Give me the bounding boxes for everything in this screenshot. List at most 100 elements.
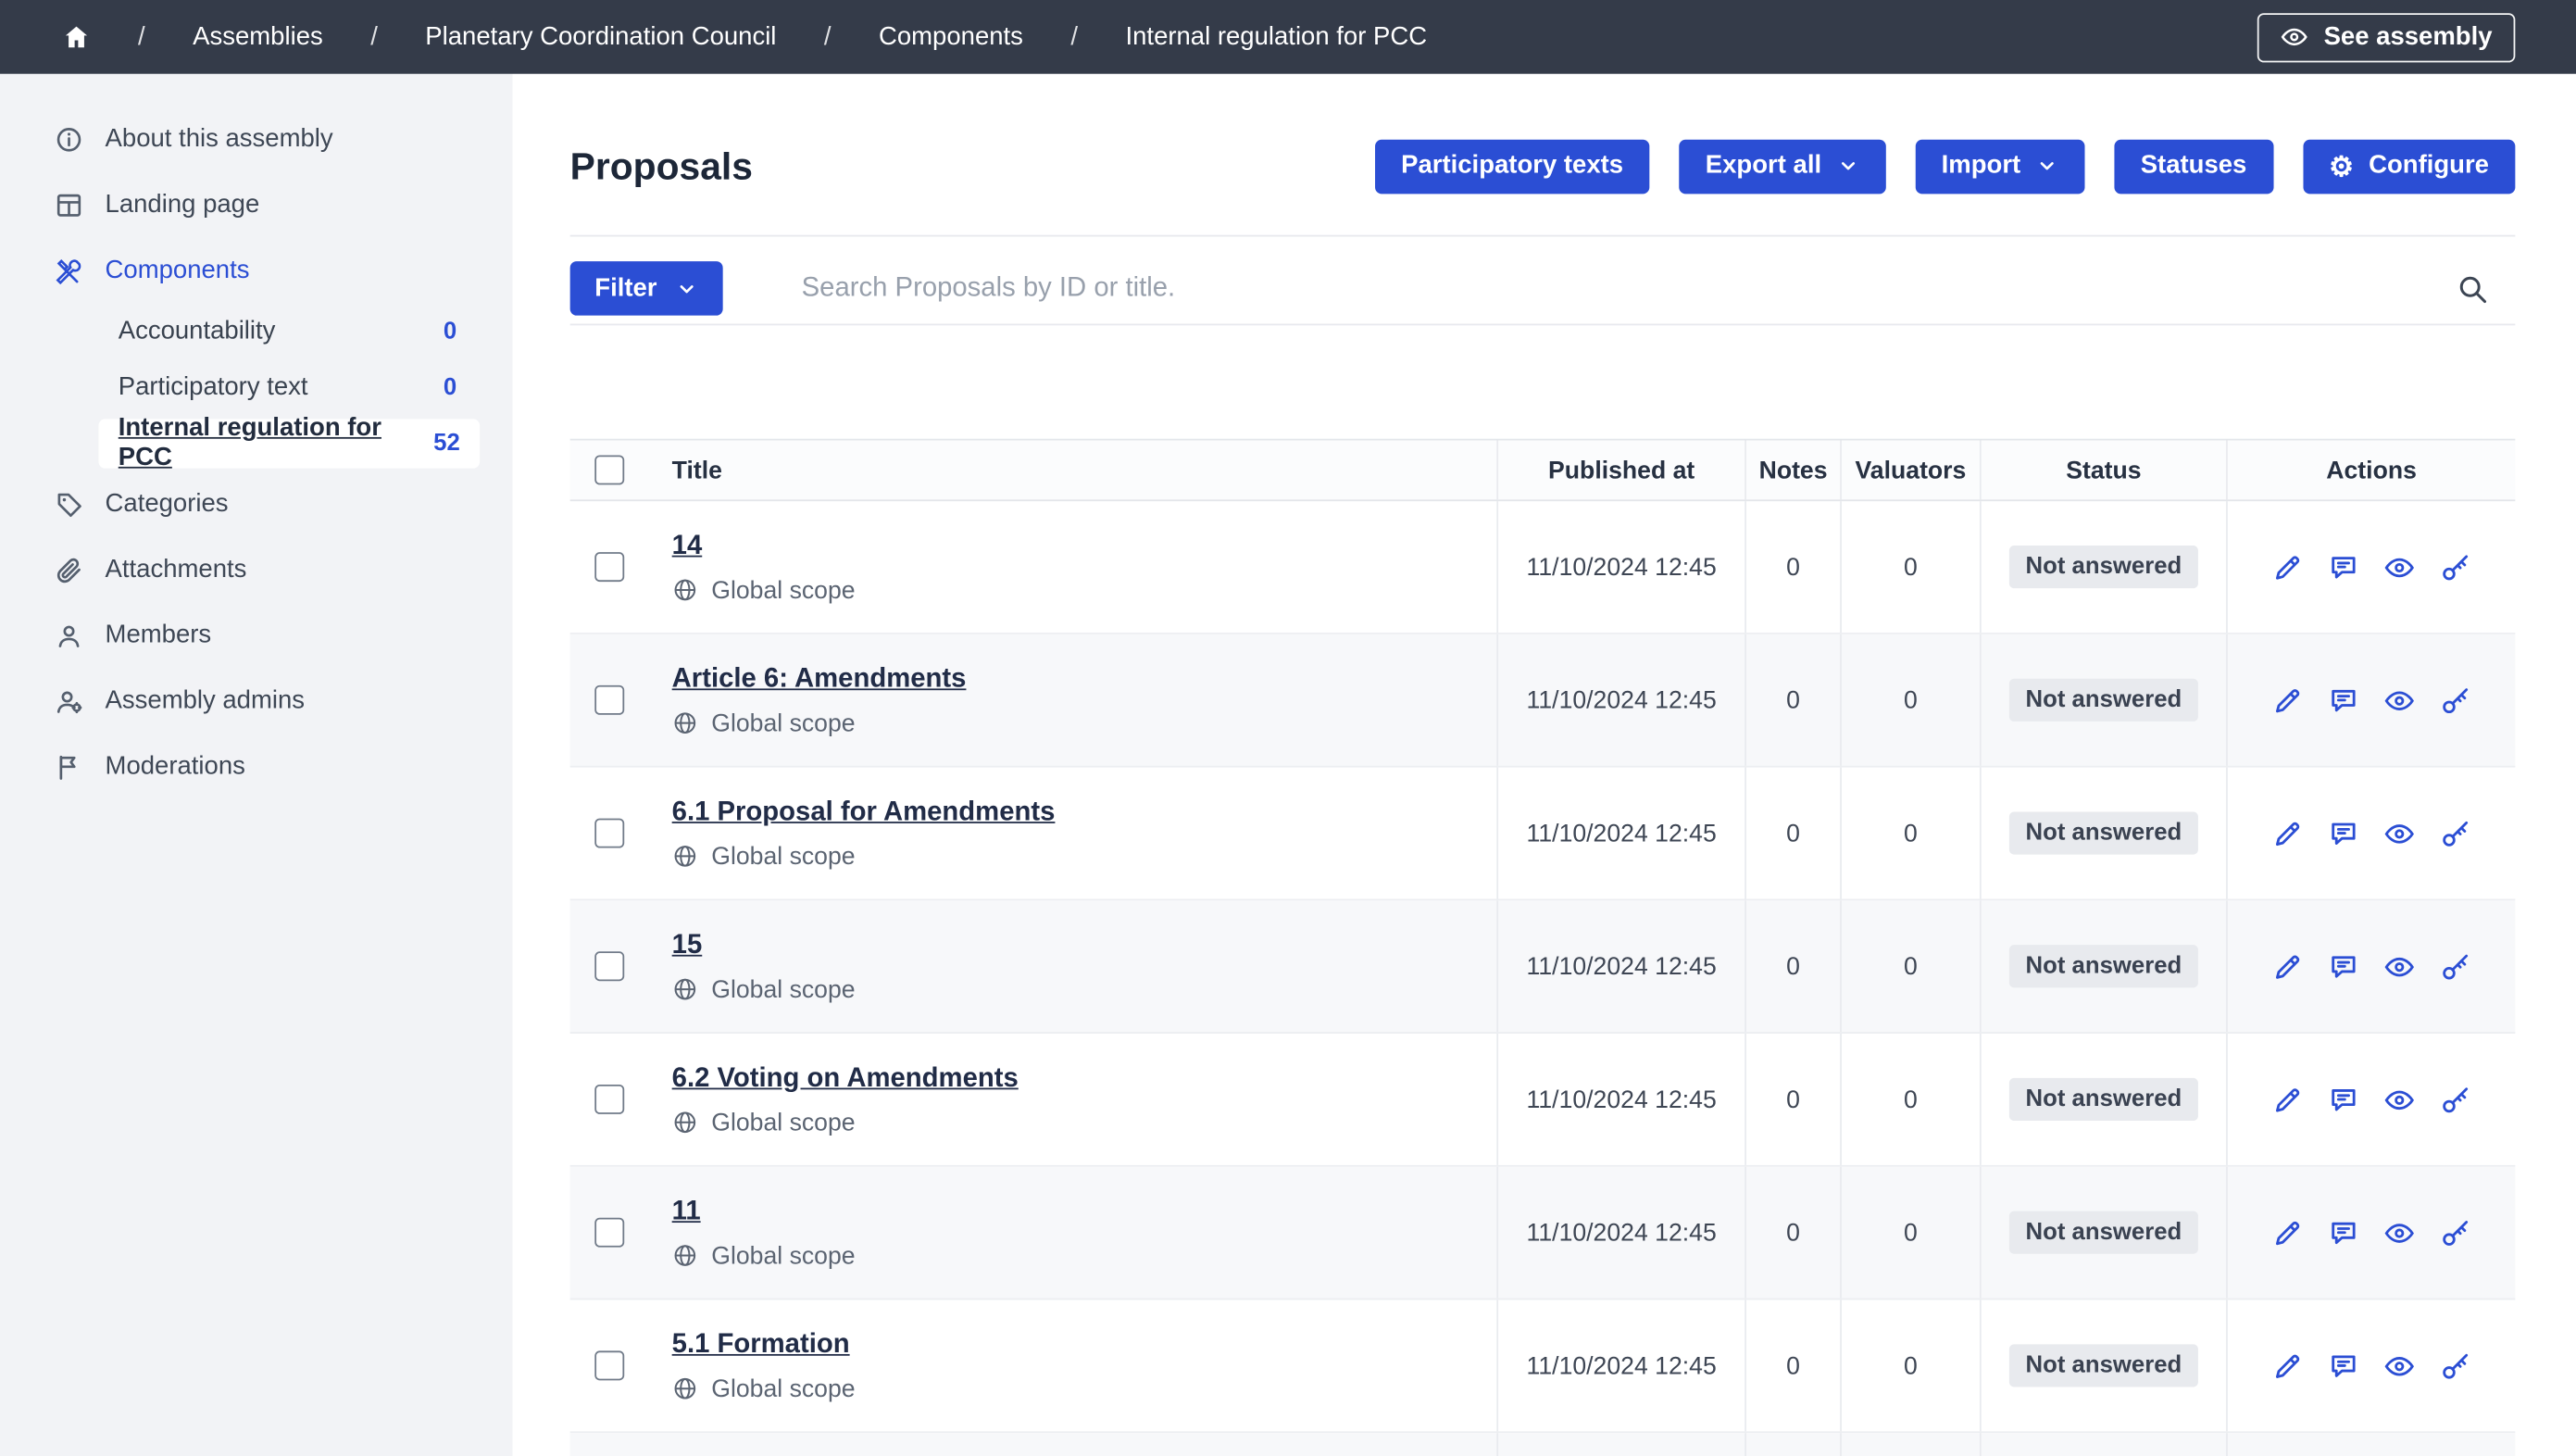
scope-label: Global scope — [711, 709, 855, 737]
breadcrumb: / Assemblies / Planetary Coordination Co… — [62, 22, 1427, 52]
sidebar-subitem-internal-regulation[interactable]: Internal regulation for PCC 52 — [98, 419, 480, 468]
row-checkbox[interactable] — [594, 685, 624, 715]
edit-icon[interactable] — [2272, 1084, 2304, 1115]
row-checkbox[interactable] — [594, 951, 624, 981]
edit-icon[interactable] — [2272, 818, 2304, 849]
actions-cell — [2226, 1299, 2515, 1431]
header-actions: Actions — [2226, 440, 2515, 499]
row-checkbox[interactable] — [594, 552, 624, 582]
import-button[interactable]: Import — [1915, 139, 2084, 194]
sidebar-item-about[interactable]: About this assembly — [0, 107, 513, 172]
answer-icon[interactable] — [2328, 1217, 2359, 1249]
sidebar-subitem-accountability[interactable]: Accountability 0 — [0, 304, 513, 359]
sidebar-item-landing-page[interactable]: Landing page — [0, 172, 513, 238]
globe-icon — [672, 1242, 698, 1268]
row-checkbox[interactable] — [594, 819, 624, 848]
search-input[interactable] — [798, 271, 2456, 306]
status-cell: Not answered — [1980, 1167, 2226, 1299]
permissions-icon[interactable] — [2440, 1350, 2471, 1382]
answer-icon[interactable] — [2328, 1350, 2359, 1382]
preview-icon[interactable] — [2383, 1217, 2415, 1249]
sidebar-subitem-participatory-text[interactable]: Participatory text 0 — [0, 360, 513, 416]
sidebar-item-assembly-admins[interactable]: Assembly admins — [0, 669, 513, 734]
table-row: 6.2 Voting on Amendments Global scope 11… — [570, 1034, 2516, 1167]
select-all-checkbox[interactable] — [594, 455, 624, 484]
statuses-button[interactable]: Statuses — [2114, 139, 2272, 194]
participatory-texts-button[interactable]: Participatory texts — [1375, 139, 1650, 194]
sidebar-item-components[interactable]: Components — [0, 238, 513, 304]
status-cell: Not answered — [1980, 1299, 2226, 1431]
breadcrumb-separator: / — [824, 22, 832, 52]
proposal-title-link[interactable]: 11 — [672, 1196, 701, 1227]
home-icon[interactable] — [62, 23, 90, 51]
preview-icon[interactable] — [2383, 1350, 2415, 1382]
answer-icon[interactable] — [2328, 551, 2359, 583]
sidebar: About this assembly Landing page Compone… — [0, 74, 513, 1456]
row-checkbox[interactable] — [594, 1085, 624, 1114]
preview-icon[interactable] — [2383, 950, 2415, 982]
preview-icon[interactable] — [2383, 1084, 2415, 1115]
proposal-title-link[interactable]: 14 — [672, 530, 703, 561]
breadcrumb-assembly-name[interactable]: Planetary Coordination Council — [425, 22, 776, 52]
see-assembly-label: See assembly — [2324, 22, 2493, 52]
scope-label: Global scope — [711, 576, 855, 604]
scope-label: Global scope — [711, 1109, 855, 1136]
sidebar-item-categories[interactable]: Categories — [0, 471, 513, 537]
answer-icon[interactable] — [2328, 950, 2359, 982]
sidebar-item-label: Landing page — [106, 191, 260, 220]
gear-icon: ⚙ — [2329, 152, 2354, 180]
filter-button[interactable]: Filter — [570, 261, 723, 316]
preview-icon[interactable] — [2383, 684, 2415, 716]
answer-icon[interactable] — [2328, 818, 2359, 849]
scope-label: Global scope — [711, 1241, 855, 1269]
preview-icon[interactable] — [2383, 818, 2415, 849]
permissions-icon[interactable] — [2440, 950, 2471, 982]
permissions-icon[interactable] — [2440, 818, 2471, 849]
globe-icon — [672, 843, 698, 869]
tag-icon — [55, 490, 84, 520]
row-checkbox[interactable] — [594, 1218, 624, 1248]
export-all-button[interactable]: Export all — [1679, 139, 1885, 194]
sidebar-item-moderations[interactable]: Moderations — [0, 734, 513, 800]
status-cell: Not answered — [1980, 501, 2226, 633]
button-label: Participatory texts — [1401, 151, 1623, 181]
button-label: Export all — [1706, 151, 1821, 181]
permissions-icon[interactable] — [2440, 684, 2471, 716]
preview-icon[interactable] — [2383, 551, 2415, 583]
edit-icon[interactable] — [2272, 1217, 2304, 1249]
configure-button[interactable]: ⚙ Configure — [2303, 139, 2516, 194]
app-window: / Assemblies / Planetary Coordination Co… — [0, 0, 2576, 1456]
proposal-title-link[interactable]: 6.1 Proposal for Amendments — [672, 797, 1056, 828]
search-icon[interactable] — [2456, 272, 2488, 305]
proposal-title-link[interactable]: Article 6: Amendments — [672, 663, 967, 695]
permissions-icon[interactable] — [2440, 1084, 2471, 1115]
proposal-title-link[interactable]: 15 — [672, 929, 703, 960]
answer-icon[interactable] — [2328, 1084, 2359, 1115]
row-checkbox[interactable] — [594, 1350, 624, 1380]
published-at-cell: 11/10/2024 12:45 — [1496, 501, 1744, 633]
header-published-at: Published at — [1496, 440, 1744, 499]
published-at-cell: 11/10/2024 12:45 — [1496, 1034, 1744, 1165]
sidebar-item-members[interactable]: Members — [0, 603, 513, 669]
scope: Global scope — [672, 709, 1497, 737]
scope: Global scope — [672, 576, 1497, 604]
eye-icon — [2281, 23, 2308, 51]
proposal-title-link[interactable]: 6.2 Voting on Amendments — [672, 1062, 1019, 1094]
edit-icon[interactable] — [2272, 684, 2304, 716]
proposal-title-link[interactable]: 5.1 Formation — [672, 1328, 850, 1360]
breadcrumb-current-component[interactable]: Internal regulation for PCC — [1125, 22, 1427, 52]
sidebar-item-attachments[interactable]: Attachments — [0, 537, 513, 603]
see-assembly-button[interactable]: See assembly — [2258, 12, 2516, 61]
edit-icon[interactable] — [2272, 551, 2304, 583]
notes-cell: 0 — [1744, 900, 1840, 1032]
breadcrumb-components[interactable]: Components — [879, 22, 1023, 52]
permissions-icon[interactable] — [2440, 551, 2471, 583]
published-at-cell: 11/10/2024 12:45 — [1496, 1299, 1744, 1431]
count-badge: 52 — [433, 431, 460, 457]
edit-icon[interactable] — [2272, 1350, 2304, 1382]
permissions-icon[interactable] — [2440, 1217, 2471, 1249]
answer-icon[interactable] — [2328, 684, 2359, 716]
edit-icon[interactable] — [2272, 950, 2304, 982]
breadcrumb-assemblies[interactable]: Assemblies — [193, 22, 323, 52]
actions-cell — [2226, 634, 2515, 766]
